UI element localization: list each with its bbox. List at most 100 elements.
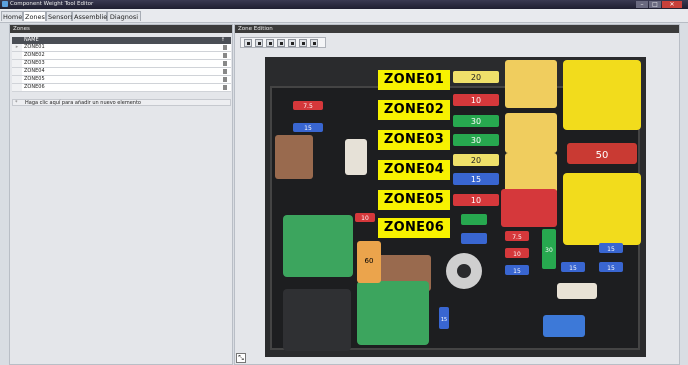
zone-label[interactable]: ZONE04 (378, 160, 450, 180)
fuse-label: 10 (471, 96, 481, 105)
terminal-cap (345, 139, 367, 175)
tab-sensors[interactable]: Sensors (46, 11, 74, 21)
zone-name-cell[interactable]: ZONE01 (24, 44, 45, 51)
align-right-icon[interactable] (266, 39, 274, 47)
align-top-icon[interactable] (299, 39, 307, 47)
fuse-label: 10 (471, 196, 481, 205)
table-row[interactable]: ▸ ZONE01 (12, 44, 231, 52)
relay[interactable] (283, 215, 353, 277)
table-row[interactable]: ZONE03 (12, 60, 231, 68)
new-row-marker: * (15, 100, 18, 106)
relay[interactable] (505, 60, 557, 108)
relay[interactable] (357, 281, 429, 345)
zone-edition-title: Zone Edition (235, 25, 679, 33)
zone-name-cell[interactable]: ZONE03 (24, 60, 45, 67)
terminal-cap (543, 315, 585, 337)
fuse-label: 20 (471, 73, 481, 82)
delete-icon[interactable] (223, 53, 227, 58)
delete-icon[interactable] (223, 69, 227, 74)
row-selector[interactable]: ▸ (12, 44, 22, 51)
align-left-icon[interactable] (244, 39, 252, 47)
zone-label[interactable]: ZONE01 (378, 70, 450, 90)
alignment-toolbar (240, 37, 326, 48)
fuse-label: 15 (607, 246, 615, 253)
align-center-icon[interactable] (255, 39, 263, 47)
zone-label[interactable]: ZONE02 (378, 100, 450, 120)
window-controls: – □ ✕ (636, 1, 682, 8)
tab-diagnosi[interactable]: Diagnosi (107, 11, 141, 21)
terminal-hole (457, 264, 471, 278)
zone-name-cell[interactable]: ZONE06 (24, 84, 45, 91)
row-selector[interactable] (12, 68, 22, 75)
fuse-label: 50 (596, 150, 609, 161)
align-bottom-icon[interactable] (288, 39, 296, 47)
fuse-label: 10 (513, 251, 521, 258)
fuse-label: 30 (471, 136, 481, 145)
row-selector[interactable] (12, 52, 22, 59)
relay[interactable] (283, 289, 351, 351)
table-row[interactable]: ZONE04 (12, 68, 231, 76)
delete-icon[interactable] (223, 61, 227, 66)
fuse-label: 15 (513, 268, 521, 275)
fuse-label: 30 (545, 247, 553, 254)
window-title: Component Weight Tool Editor (10, 1, 94, 7)
fuse-box-image: 50 60 20 10 30 30 20 15 10 7.5 15 10 7.5… (265, 57, 646, 357)
fuse-label: 20 (471, 156, 481, 165)
delete-icon[interactable] (223, 77, 227, 82)
delete-icon[interactable] (223, 45, 227, 50)
tab-zones[interactable]: Zones (23, 11, 46, 21)
close-button[interactable]: ✕ (662, 1, 682, 8)
zone-label[interactable]: ZONE05 (378, 190, 450, 210)
fuse-label: 60 (365, 257, 374, 265)
fuse-label: 15 (441, 317, 447, 323)
fuse[interactable] (461, 214, 487, 225)
distribute-horizontal-icon[interactable] (277, 39, 285, 47)
relay[interactable] (505, 153, 557, 193)
fuse-label: 7.5 (512, 234, 522, 241)
zone-label[interactable]: ZONE06 (378, 218, 450, 238)
relay[interactable] (505, 113, 557, 153)
move-icon[interactable] (310, 39, 318, 47)
zones-panel-title: Zones (10, 25, 232, 33)
relay[interactable] (501, 189, 557, 227)
zone-label[interactable]: ZONE03 (378, 130, 450, 150)
action-column-header[interactable]: ↑ (221, 37, 225, 44)
maximize-button[interactable]: □ (649, 1, 661, 8)
zones-panel: Zones NAME ↑ ▸ ZONE01 ZONE02 ZONE03 ZONE… (9, 24, 233, 365)
fuse-label: 15 (304, 125, 312, 132)
table-row[interactable]: ZONE06 (12, 84, 231, 92)
add-new-row[interactable]: * Haga clic aquí para añadir un nuevo el… (12, 99, 231, 106)
row-selector[interactable] (12, 60, 22, 67)
row-selector[interactable] (12, 76, 22, 83)
ribbon-tabs: Home Zones Sensors Assemblies Diagnosi (0, 9, 688, 23)
add-new-row-hint[interactable]: Haga clic aquí para añadir un nuevo elem… (25, 100, 141, 106)
tab-assemblies[interactable]: Assemblies (72, 11, 111, 21)
fuse-label: 15 (471, 175, 481, 184)
table-row[interactable]: ZONE02 (12, 52, 231, 60)
table-row[interactable]: ZONE05 (12, 76, 231, 84)
zones-grid: ▸ ZONE01 ZONE02 ZONE03 ZONE04 ZONE05 ZON… (12, 44, 231, 92)
zone-name-cell[interactable]: ZONE05 (24, 76, 45, 83)
row-selector[interactable] (12, 84, 22, 91)
fuse-label: 10 (361, 215, 369, 222)
zone-name-cell[interactable]: ZONE02 (24, 52, 45, 59)
grid-header: NAME ↑ (12, 37, 231, 44)
fuse-label: 30 (471, 117, 481, 126)
name-column-header[interactable]: NAME (24, 37, 39, 44)
app-icon (2, 1, 8, 7)
fuse[interactable] (461, 233, 487, 244)
delete-icon[interactable] (223, 85, 227, 90)
title-bar: Component Weight Tool Editor – □ ✕ (0, 0, 688, 9)
fuse-label: 15 (569, 265, 577, 272)
resize-glyph: ⤡ (238, 354, 244, 362)
tab-home[interactable]: Home (1, 11, 23, 21)
fuse-label: 7.5 (303, 103, 313, 110)
resize-icon[interactable]: ⤡ (236, 353, 246, 363)
fuse-label: 15 (607, 265, 615, 272)
zone-name-cell[interactable]: ZONE04 (24, 68, 45, 75)
relay[interactable] (275, 135, 313, 179)
minimize-button[interactable]: – (636, 1, 648, 8)
relay[interactable] (563, 173, 641, 245)
relay[interactable] (563, 60, 641, 130)
terminal-cap (557, 283, 597, 299)
